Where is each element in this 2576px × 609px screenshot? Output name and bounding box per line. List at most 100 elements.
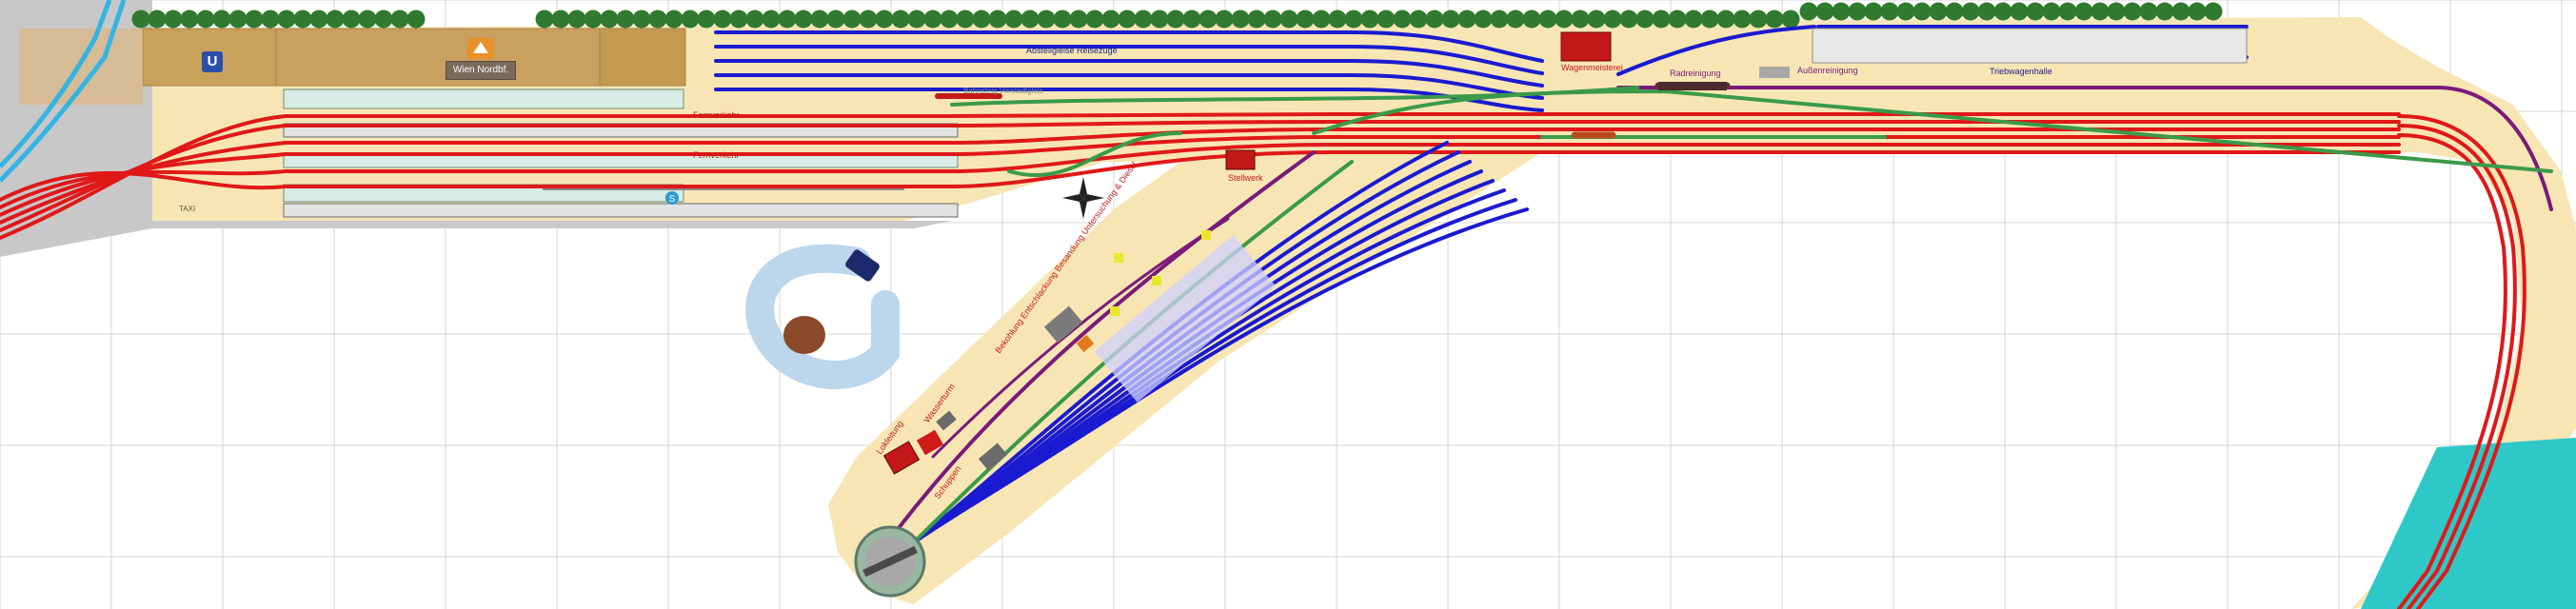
tree xyxy=(778,10,797,29)
tree xyxy=(164,10,183,29)
tree xyxy=(1199,10,1218,29)
tree xyxy=(1328,10,1347,29)
u-bahn-icon: U xyxy=(202,51,223,72)
railjet-logo-icon xyxy=(467,38,494,59)
tree xyxy=(180,10,199,29)
aussenreinigung-building xyxy=(1759,67,1790,78)
tree xyxy=(1587,10,1606,29)
tree xyxy=(1716,10,1735,29)
s-bahn-label: S xyxy=(669,194,676,205)
tree xyxy=(2139,2,2158,21)
tree xyxy=(2188,2,2207,21)
label-taxi: TAXI xyxy=(179,205,195,213)
tree xyxy=(1799,2,1818,21)
tree xyxy=(713,10,732,29)
tree xyxy=(826,10,845,29)
tree xyxy=(309,10,328,29)
tree xyxy=(1037,10,1056,29)
tree xyxy=(1945,2,1964,21)
tree xyxy=(891,10,910,29)
tree xyxy=(1085,10,1104,29)
tree xyxy=(1929,2,1948,21)
tree xyxy=(1993,2,2012,21)
tree xyxy=(1506,10,1525,29)
tree xyxy=(2074,2,2093,21)
tree xyxy=(972,10,991,29)
platform-1 xyxy=(283,88,684,109)
tree xyxy=(358,10,377,29)
tree xyxy=(1977,2,1996,21)
tree xyxy=(535,10,554,29)
tree xyxy=(1912,2,1932,21)
label-triebwagenhalle: Triebwagenhalle xyxy=(1990,67,2052,76)
tree xyxy=(2042,2,2061,21)
tree xyxy=(1360,10,1379,29)
tree xyxy=(245,10,264,29)
stellwerk-building xyxy=(1225,149,1256,170)
tree xyxy=(2107,2,2126,21)
tree xyxy=(1832,2,1851,21)
tree xyxy=(875,10,894,29)
label-stellwerk: Stellwerk xyxy=(1228,173,1263,183)
fuel-marker-4 xyxy=(1201,230,1211,240)
tree xyxy=(1522,10,1541,29)
triebwagenhalle-building xyxy=(1812,28,2248,64)
tree xyxy=(1652,10,1671,29)
tree xyxy=(1004,10,1023,29)
rock-icon xyxy=(783,316,825,354)
label-radreinigung: Radreinigung xyxy=(1670,69,1721,78)
platform-3 xyxy=(283,153,959,168)
tree xyxy=(342,10,361,29)
tree xyxy=(2171,2,2190,21)
fuel-marker-1 xyxy=(1114,253,1123,263)
tree xyxy=(697,10,716,29)
tree xyxy=(632,10,651,29)
tree xyxy=(1279,10,1298,29)
tree xyxy=(277,10,296,29)
tree xyxy=(1069,10,1088,29)
tree xyxy=(406,10,426,29)
tree xyxy=(616,10,635,29)
tree xyxy=(1393,10,1412,29)
tree xyxy=(1815,2,1834,21)
radreinigung-building xyxy=(1658,82,1727,90)
tree xyxy=(1409,10,1428,29)
tree xyxy=(1312,10,1331,29)
tree xyxy=(1864,2,1883,21)
tree xyxy=(859,10,878,29)
platform-5 xyxy=(283,203,959,218)
tree xyxy=(2091,2,2110,21)
tree xyxy=(551,10,570,29)
station-name-sign: Wien Nordbf. xyxy=(446,61,516,80)
tree xyxy=(2058,2,2077,21)
tree xyxy=(390,10,409,29)
tree xyxy=(1684,10,1703,29)
tree xyxy=(1425,10,1444,29)
tree xyxy=(567,10,586,29)
tree xyxy=(1166,10,1185,29)
tree xyxy=(1700,10,1719,29)
tree xyxy=(1668,10,1687,29)
tree xyxy=(2155,2,2174,21)
tree xyxy=(988,10,1007,29)
tree xyxy=(907,10,926,29)
label-ghost: Bahnsteig Vorstadtgleis xyxy=(963,87,1043,95)
tree xyxy=(1619,10,1638,29)
label-fernverkehr-top: Fernverkehr xyxy=(693,110,740,120)
tree xyxy=(956,10,975,29)
label-wagenmeisterei: Wagenmeisterei xyxy=(1561,63,1623,72)
tree xyxy=(1150,10,1169,29)
tree xyxy=(1020,10,1040,29)
tree xyxy=(1263,10,1282,29)
tree xyxy=(1555,10,1574,29)
tree xyxy=(842,10,862,29)
tree xyxy=(810,10,829,29)
tree xyxy=(1961,2,1980,21)
tree xyxy=(794,10,813,29)
tree xyxy=(261,10,280,29)
fuel-marker-2 xyxy=(1110,306,1120,316)
tree xyxy=(762,10,781,29)
tree xyxy=(1848,2,1867,21)
tree xyxy=(131,10,150,29)
track-plan-map: S Abstellgleise Reisezüge Fernverkehr Fe… xyxy=(0,0,2576,609)
